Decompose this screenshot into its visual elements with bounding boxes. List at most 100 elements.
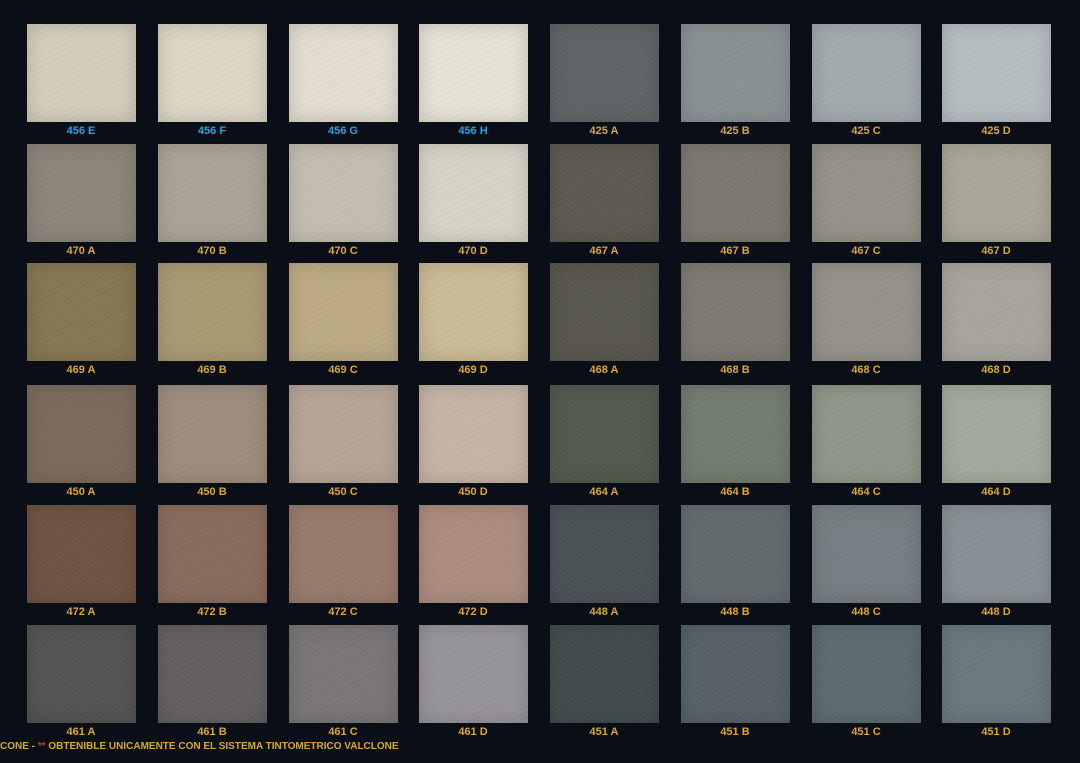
swatch-code-label: 469 D [458,364,488,376]
swatch-code-label: 464 C [851,486,881,498]
color-swatch [158,385,267,483]
swatch-cell: 467 A [539,144,669,264]
swatch-code-label: 456 G [328,125,358,137]
swatch-code-label: 464 B [720,486,750,498]
swatch-cell: 470 B [147,144,277,264]
swatch-code-label: 472 D [458,606,488,618]
swatch-code-label: 451 C [851,726,881,738]
swatch-cell: 451 D [931,625,1061,745]
swatch-cell: 425 B [670,24,800,144]
swatch-cell: 469 D [408,263,538,383]
color-swatch [289,505,398,603]
color-swatch [681,505,790,603]
color-swatch [419,385,528,483]
color-swatch [158,505,267,603]
color-swatch [419,263,528,361]
swatch-cell: 456 E [16,24,146,144]
color-swatch [550,144,659,242]
swatch-code-label: 451 B [720,726,750,738]
color-swatch [289,385,398,483]
color-swatch [550,24,659,122]
color-swatch [27,625,136,723]
swatch-code-label: 469 C [328,364,358,376]
footer-prefix: CONE - [0,741,38,752]
swatch-cell: 468 B [670,263,800,383]
color-swatch [158,24,267,122]
swatch-cell: 448 A [539,505,669,625]
swatch-cell: 469 A [16,263,146,383]
swatch-code-label: 448 B [720,606,750,618]
swatch-code-label: 467 A [589,245,619,257]
swatch-cell: 472 D [408,505,538,625]
swatch-cell: 464 C [801,385,931,505]
swatch-cell: 469 B [147,263,277,383]
footer-text: OBTENIBLE UNICAMENTE CON EL SISTEMA TINT… [45,741,399,752]
swatch-cell: 461 D [408,625,538,745]
swatch-code-label: 448 D [981,606,1011,618]
swatch-cell: 450 D [408,385,538,505]
swatch-code-label: 467 B [720,245,750,257]
color-swatch [419,505,528,603]
swatch-cell: 451 B [670,625,800,745]
swatch-cell: 461 B [147,625,277,745]
color-swatch [289,263,398,361]
swatch-cell: 448 B [670,505,800,625]
swatch-cell: 470 C [278,144,408,264]
color-swatch [812,385,921,483]
swatch-code-label: 425 D [981,125,1011,137]
swatch-code-label: 461 C [328,726,358,738]
swatch-code-label: 450 D [458,486,488,498]
swatch-cell: 464 B [670,385,800,505]
color-swatch-grid: 456 E 456 F 456 G 456 H 425 A 425 B 425 C 425 D… [0,0,1080,740]
swatch-code-label: 461 D [458,726,488,738]
color-swatch [27,144,136,242]
swatch-code-label: 470 A [66,245,96,257]
swatch-cell: 472 B [147,505,277,625]
swatch-cell: 456 H [408,24,538,144]
swatch-cell: 472 C [278,505,408,625]
swatch-code-label: 472 C [328,606,358,618]
swatch-cell: 448 D [931,505,1061,625]
swatch-code-label: 467 D [981,245,1011,257]
swatch-cell: 425 C [801,24,931,144]
swatch-code-label: 472 B [197,606,227,618]
swatch-code-label: 464 D [981,486,1011,498]
swatch-cell: 450 C [278,385,408,505]
swatch-cell: 461 A [16,625,146,745]
color-swatch [289,625,398,723]
swatch-cell: 469 C [278,263,408,383]
color-swatch [681,385,790,483]
swatch-cell: 468 D [931,263,1061,383]
color-swatch [158,625,267,723]
color-swatch [419,625,528,723]
swatch-cell: 472 A [16,505,146,625]
color-swatch [942,24,1051,122]
color-swatch [27,24,136,122]
color-swatch [812,625,921,723]
color-swatch [550,385,659,483]
color-swatch [550,505,659,603]
swatch-code-label: 456 F [197,125,227,137]
swatch-code-label: 470 B [197,245,227,257]
swatch-code-label: 450 B [197,486,227,498]
swatch-code-label: 448 A [589,606,619,618]
swatch-code-label: 470 C [328,245,358,257]
swatch-code-label: 425 A [589,125,619,137]
color-swatch [812,505,921,603]
swatch-cell: 448 C [801,505,931,625]
color-swatch [289,24,398,122]
swatch-code-label: 468 A [589,364,619,376]
swatch-code-label: 451 A [589,726,619,738]
swatch-code-label: 468 B [720,364,750,376]
color-swatch [812,263,921,361]
swatch-cell: 464 D [931,385,1061,505]
swatch-code-label: 472 A [66,606,96,618]
swatch-code-label: 461 A [66,726,96,738]
swatch-code-label: 456 H [458,125,488,137]
swatch-code-label: 450 C [328,486,358,498]
color-swatch [550,263,659,361]
swatch-code-label: 461 B [197,726,227,738]
swatch-cell: 470 A [16,144,146,264]
swatch-code-label: 448 C [851,606,881,618]
color-swatch [942,263,1051,361]
